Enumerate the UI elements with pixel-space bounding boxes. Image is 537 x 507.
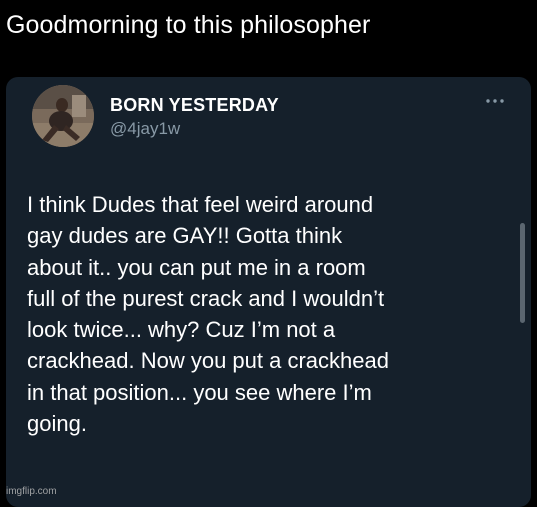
tweet-text-line: about it.. you can put me in a room	[27, 254, 366, 280]
scrollbar-thumb[interactable]	[520, 223, 525, 323]
avatar[interactable]	[32, 85, 94, 147]
watermark: imgflip.com	[6, 486, 57, 497]
more-options-icon[interactable]	[484, 97, 506, 105]
tweet-text-line: look twice... why? Cuz I’m not a	[27, 317, 336, 343]
user-handle[interactable]: @4jay1w	[110, 119, 180, 139]
post-caption: Goodmorning to this philosopher	[6, 11, 371, 39]
tweet-text-line: going.	[27, 411, 87, 437]
tweet-card[interactable]: BORN YESTERDAY @4jay1w I think Dudes tha…	[6, 77, 531, 507]
tweet-text-line: in that position... you see where I’m	[27, 379, 372, 405]
tweet-text-line: crackhead. Now you put a crackhead	[27, 348, 389, 374]
tweet-text-line: gay dudes are GAY!! Gotta think	[27, 223, 343, 249]
tweet-text-line: I think Dudes that feel weird around	[27, 192, 374, 217]
avatar-photo	[32, 85, 94, 147]
tweet-text-line: full of the purest crack and I wouldn’t	[27, 285, 385, 311]
display-name[interactable]: BORN YESTERDAY	[110, 95, 279, 116]
tweet-text: I think Dudes that feel weird around gay…	[27, 189, 519, 439]
